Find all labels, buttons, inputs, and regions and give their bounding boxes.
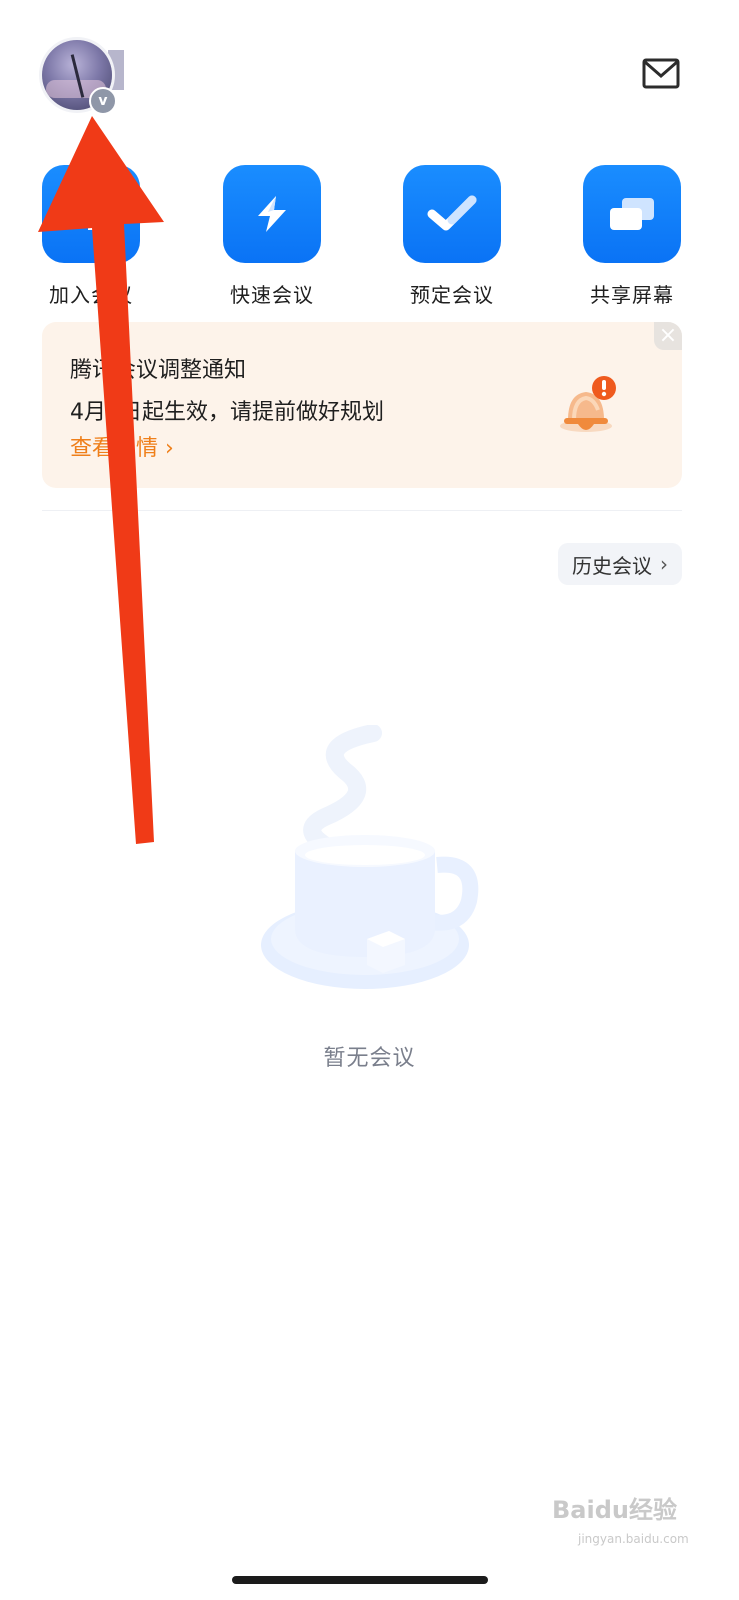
watermark-logo: Baidu经验: [552, 1496, 677, 1524]
watermark-url: jingyan.baidu.com: [578, 1532, 689, 1546]
share-screen-label: 共享屏幕: [590, 283, 674, 307]
notice-close-button[interactable]: ×: [654, 322, 682, 350]
verified-badge: v: [89, 87, 117, 115]
schedule-meeting-button[interactable]: 预定会议: [392, 165, 512, 308]
bell-alert-icon: [560, 376, 616, 432]
join-meeting-button[interactable]: 加入会议: [31, 165, 151, 308]
empty-state-text: 暂无会议: [323, 1046, 416, 1071]
history-meetings-button[interactable]: 历史会议 ›: [558, 543, 682, 585]
share-screen-button[interactable]: 共享屏幕: [572, 165, 692, 308]
share-screen-icon: [583, 165, 681, 263]
quick-meeting-button[interactable]: 快速会议: [212, 165, 332, 308]
section-divider: [42, 510, 682, 511]
notice-title: 腾讯会议调整通知: [70, 358, 247, 383]
mail-icon[interactable]: [642, 57, 680, 91]
quick-meeting-label: 快速会议: [230, 283, 314, 307]
notice-body: 4月1日起生效，请提前做好规划: [70, 400, 384, 425]
chevron-right-icon: ›: [660, 552, 668, 576]
join-meeting-label: 加入会议: [49, 283, 133, 307]
schedule-meeting-label: 预定会议: [410, 283, 494, 307]
home-indicator: [232, 1576, 488, 1584]
notice-details-link[interactable]: 查看详情 ›: [70, 430, 174, 462]
plus-icon: [42, 165, 140, 263]
checkmark-icon: [403, 165, 501, 263]
empty-cup-illustration: [261, 725, 479, 989]
lightning-icon: [223, 165, 321, 263]
history-meetings-label: 历史会议: [572, 553, 652, 578]
